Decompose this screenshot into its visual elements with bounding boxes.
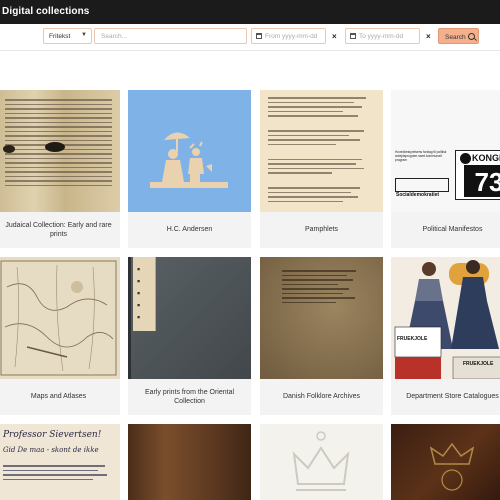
collection-card-pamphlets[interactable]: Pamphlets [260,90,383,248]
collection-card-political-manifestos[interactable]: Hovedbestyrelsens forslag til politisk a… [391,90,500,248]
letter-line-1: Professor Sievertsen! [3,430,102,440]
app-title[interactable]: Digital collections [2,6,89,17]
crest-icon [429,442,475,491]
collection-thumbnail [260,424,383,500]
letter-line-2: Gid De maa - skont de ikke [3,446,99,454]
collection-card-oriental[interactable]: ▪ ▪ ▪ ▪ ▪ Early prints from the Oriental Col… [128,257,251,415]
to-date-input[interactable]: To yyyy-mm-dd [345,28,420,44]
collection-thumbnail [128,90,251,212]
collection-card-department-store[interactable]: FRUEKJOLE FRUEKJOLE Department Store Cat… [391,257,500,415]
collection-card-maps[interactable]: Maps and Atlases [0,257,120,415]
chevron-down-icon: ▼ [81,32,87,38]
from-date-input[interactable]: From yyyy-mm-dd [251,28,326,44]
collection-thumbnail [0,90,120,212]
collection-card-bound-book[interactable] [128,424,251,500]
search-input[interactable]: Search... [94,28,247,44]
manifesto-booklet-text: Hovedbestyrelsens forslag til politisk a… [395,150,447,162]
collection-thumbnail [260,90,383,212]
from-date-placeholder: From yyyy-mm-dd [265,33,318,40]
search-type-select[interactable]: Fritekst ▼ [43,28,92,44]
papercut-figures-image [150,132,228,188]
catalogue-sign-left: FRUEKJOLE [397,336,428,342]
collection-card-crown-print[interactable] [260,424,383,500]
catalogue-sign-right: FRUEKJOLE [463,361,494,367]
search-bar: Fritekst ▼ Search... From yyyy-mm-dd × T… [0,24,500,51]
collection-thumbnail [391,424,500,500]
search-button-label: Search [445,34,466,41]
collection-label: Judaical Collection: Early and rare prin… [5,221,112,238]
collection-thumbnail: FRUEKJOLE FRUEKJOLE [391,257,500,379]
collection-card-judaica[interactable]: Judaical Collection: Early and rare prin… [0,90,120,248]
collection-thumbnail [260,257,383,379]
calendar-icon [350,33,356,39]
collection-thumbnail: ▪ ▪ ▪ ▪ ▪ [128,257,251,379]
calendar-icon [256,33,262,39]
collection-label: Maps and Atlases [30,393,87,401]
clear-to-date-button[interactable]: × [426,32,431,41]
collection-thumbnail: Professor Sievertsen! Gid De maa - skont… [0,424,120,500]
collection-thumbnail: Hovedbestyrelsens forslag til politisk a… [391,90,500,212]
collection-card-letters[interactable]: Professor Sievertsen! Gid De maa - skont… [0,424,120,500]
clear-from-date-button[interactable]: × [332,32,337,41]
manifesto-number: 73 [464,165,500,197]
search-icon [467,33,475,40]
collection-label: Danish Folklore Archives [282,393,361,401]
search-input-placeholder: Search... [101,33,128,40]
to-date-placeholder: To yyyy-mm-dd [359,33,404,40]
collection-card-royal-binding[interactable] [391,424,500,500]
collection-label: Political Manifestos [422,226,483,234]
search-type-value: Fritekst [49,33,71,40]
crown-icon [292,431,350,491]
collection-card-hc-andersen[interactable]: H.C. Andersen [128,90,251,248]
map-image [0,260,117,376]
search-button[interactable]: Search [438,28,479,44]
collection-label: Department Store Catalogues [406,393,499,401]
collection-label: Pamphlets [304,226,339,234]
top-navbar: Digital collections [0,0,500,24]
collection-thumbnail [128,424,251,500]
collection-label: H.C. Andersen [166,226,213,234]
manifesto-headline: KONGRES [472,153,500,163]
collection-thumbnail [0,257,120,379]
collection-label: Early prints from the Oriental Collectio… [144,388,235,405]
manifesto-party-name: Socialdemokratiet [396,192,440,198]
collection-card-folklore[interactable]: Danish Folklore Archives [260,257,383,415]
